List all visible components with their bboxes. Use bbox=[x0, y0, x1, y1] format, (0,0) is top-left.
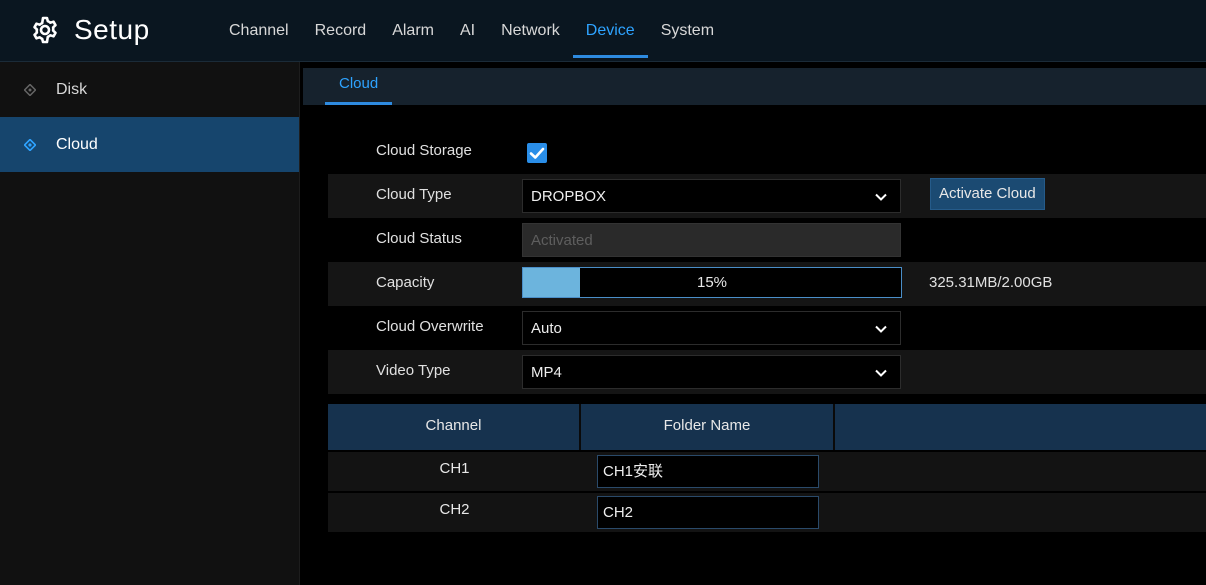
column-header-channel: Channel bbox=[328, 404, 581, 450]
nav-ai[interactable]: AI bbox=[447, 0, 488, 62]
folder-table: Channel Folder Name CH1 CH1安联 CH2 CH2 bbox=[328, 404, 1206, 532]
nav-channel[interactable]: Channel bbox=[216, 0, 302, 62]
tab-bar: Cloud bbox=[303, 68, 1206, 105]
cloud-status-field: Activated bbox=[522, 223, 901, 257]
page-title: Setup bbox=[74, 14, 150, 45]
tab-cloud[interactable]: Cloud bbox=[325, 68, 393, 105]
channel-cell: CH2 bbox=[439, 501, 470, 518]
gear-icon bbox=[33, 16, 57, 44]
cloud-overwrite-value: Auto bbox=[531, 320, 562, 337]
folder-name-input[interactable]: CH1安联 bbox=[597, 455, 819, 488]
diamond-icon bbox=[24, 83, 36, 96]
column-header-folder-name: Folder Name bbox=[581, 404, 835, 450]
video-type-row: Video Type MP4 bbox=[328, 350, 1206, 394]
sidebar-item-cloud[interactable]: Cloud bbox=[0, 117, 299, 172]
capacity-usage: 325.31MB/2.00GB bbox=[929, 274, 1053, 291]
activate-cloud-button[interactable]: Activate Cloud bbox=[930, 178, 1045, 210]
diamond-icon bbox=[24, 138, 36, 151]
sidebar-item-disk[interactable]: Disk bbox=[0, 62, 299, 117]
nav-system[interactable]: System bbox=[648, 0, 727, 62]
nav-network[interactable]: Network bbox=[488, 0, 573, 62]
nav-alarm[interactable]: Alarm bbox=[379, 0, 447, 62]
cloud-overwrite-label: Cloud Overwrite bbox=[376, 318, 484, 335]
cloud-status-value: Activated bbox=[531, 232, 593, 249]
setup-logo: Setup bbox=[30, 14, 150, 46]
top-bar: Setup Channel Record Alarm AI Network De… bbox=[0, 0, 1206, 62]
cloud-type-value: DROPBOX bbox=[531, 188, 607, 205]
video-type-value: MP4 bbox=[531, 364, 562, 381]
cloud-type-row: Cloud Type DROPBOX Activate Cloud bbox=[328, 174, 1206, 218]
table-row: CH2 CH2 bbox=[328, 493, 1206, 532]
main-panel: Cloud Cloud Storage Cloud Type DROPBOX A… bbox=[303, 62, 1206, 585]
video-type-label: Video Type bbox=[376, 362, 451, 379]
channel-cell: CH1 bbox=[439, 460, 470, 477]
nav-device[interactable]: Device bbox=[572, 0, 648, 62]
capacity-row: Capacity 15% 325.31MB/2.00GB bbox=[328, 262, 1206, 306]
table-row: CH1 CH1安联 bbox=[328, 452, 1206, 491]
checkmark-icon bbox=[529, 147, 545, 159]
sidebar-item-label: Disk bbox=[56, 80, 88, 98]
cloud-status-label: Cloud Status bbox=[376, 230, 462, 247]
folder-name-input[interactable]: CH2 bbox=[597, 496, 819, 529]
chevron-down-icon bbox=[875, 193, 887, 201]
chevron-down-icon bbox=[875, 369, 887, 377]
nav-record[interactable]: Record bbox=[302, 0, 380, 62]
capacity-label: Capacity bbox=[376, 274, 435, 291]
table-header: Channel Folder Name bbox=[328, 404, 1206, 450]
cloud-type-select[interactable]: DROPBOX bbox=[522, 179, 901, 213]
cloud-status-row: Cloud Status Activated bbox=[328, 218, 1206, 262]
cloud-type-label: Cloud Type bbox=[376, 186, 452, 203]
cloud-storage-checkbox[interactable] bbox=[527, 143, 547, 163]
sidebar-item-label: Cloud bbox=[56, 135, 98, 153]
cloud-storage-row: Cloud Storage bbox=[328, 130, 1206, 174]
cloud-overwrite-select[interactable]: Auto bbox=[522, 311, 901, 345]
chevron-down-icon bbox=[875, 325, 887, 333]
capacity-progress-bar: 15% bbox=[522, 267, 902, 298]
top-nav: Channel Record Alarm AI Network Device S… bbox=[216, 0, 727, 62]
cloud-overwrite-row: Cloud Overwrite Auto bbox=[328, 306, 1206, 350]
cloud-storage-label: Cloud Storage bbox=[376, 142, 472, 159]
capacity-percent: 15% bbox=[696, 274, 728, 291]
video-type-select[interactable]: MP4 bbox=[522, 355, 901, 389]
sidebar: Disk Cloud bbox=[0, 62, 300, 585]
